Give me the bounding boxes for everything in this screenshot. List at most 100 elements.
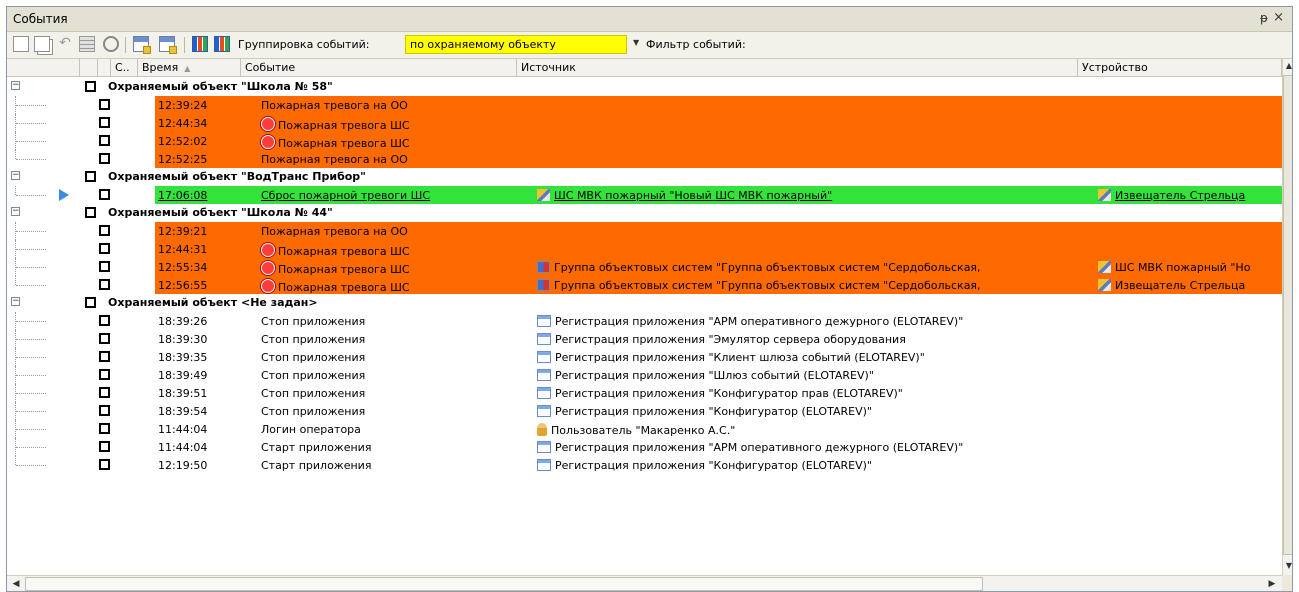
close-icon[interactable]: × — [1273, 10, 1284, 25]
group-row[interactable]: − Охраняемый объект <Не задан> — [7, 294, 1282, 312]
row-checkbox[interactable] — [99, 189, 110, 200]
chart-icon[interactable] — [192, 36, 208, 52]
tree-line — [16, 321, 46, 323]
event-row[interactable]: 12:52:02 Пожарная тревога ШС — [7, 132, 1282, 150]
row-event-label: Старт приложения — [261, 441, 372, 454]
fire-icon — [261, 117, 275, 131]
row-checkbox[interactable] — [99, 243, 110, 254]
panel-titlebar: События ᵽ × — [7, 7, 1292, 32]
event-row[interactable]: 18:39:49 Стоп приложения Регистрация прило… — [7, 366, 1282, 384]
scroll-left-icon[interactable]: ◀ — [9, 577, 23, 591]
new-document-icon[interactable] — [13, 36, 29, 52]
row-checkbox[interactable] — [99, 441, 110, 452]
back-arrow-icon[interactable]: ↶ — [57, 36, 73, 52]
row-checkbox[interactable] — [99, 117, 110, 128]
copy-document-icon[interactable] — [34, 36, 50, 52]
row-checkbox[interactable] — [99, 153, 110, 164]
row-source — [534, 222, 1095, 240]
app-icon — [537, 405, 551, 417]
collapse-icon[interactable]: − — [11, 297, 20, 306]
scroll-right-icon[interactable]: ▶ — [1265, 577, 1279, 591]
event-row[interactable]: 11:44:04 Старт приложения Регистрация прил… — [7, 438, 1282, 456]
row-checkbox[interactable] — [99, 225, 110, 236]
group-checkbox[interactable] — [85, 207, 96, 218]
chart-alt-icon[interactable] — [214, 36, 230, 52]
row-event-label: Сброс пожарной тревоги ШС — [261, 189, 431, 202]
row-device — [1095, 96, 1282, 114]
row-checkbox[interactable] — [99, 369, 110, 380]
row-checkbox[interactable] — [99, 135, 110, 146]
header-c[interactable]: С.. — [111, 59, 138, 77]
event-row[interactable]: 12:39:24 Пожарная тревога на ОО — [7, 96, 1282, 114]
event-row[interactable]: 12:19:50 Старт приложения Регистрация прил… — [7, 456, 1282, 474]
refresh-icon[interactable] — [103, 36, 119, 52]
collapse-icon[interactable]: − — [11, 171, 20, 180]
group-title: Охраняемый объект "Школа № 58" — [108, 80, 333, 93]
event-row[interactable]: 12:44:31 Пожарная тревога ШС — [7, 240, 1282, 258]
row-event: Пожарная тревога на ОО — [258, 96, 534, 114]
event-row[interactable]: 18:39:54 Стоп приложения Регистрация прило… — [7, 402, 1282, 420]
event-row[interactable]: 12:44:34 Пожарная тревога ШС — [7, 114, 1282, 132]
event-row[interactable]: 17:06:08 Сброс пожарной тревоги ШС ШС МВК … — [7, 186, 1282, 204]
tree-line — [15, 186, 17, 195]
row-source-label: Группа объектовых систем "Группа объекто… — [554, 261, 981, 274]
grid-icon[interactable] — [79, 36, 95, 52]
vertical-scroll-thumb[interactable] — [1283, 75, 1292, 555]
event-row[interactable]: 18:39:35 Стоп приложения Регистрация прило… — [7, 348, 1282, 366]
event-row[interactable]: 11:44:04 Логин оператора Пользователь "Мак… — [7, 420, 1282, 438]
app-icon — [537, 333, 551, 345]
collapse-icon[interactable]: − — [11, 81, 20, 90]
event-row[interactable]: 18:39:26 Стоп приложения Регистрация прило… — [7, 312, 1282, 330]
row-checkbox[interactable] — [99, 459, 110, 470]
event-row[interactable]: 18:39:30 Стоп приложения Регистрация прило… — [7, 330, 1282, 348]
grouping-select[interactable]: по охраняемому объекту — [405, 35, 627, 54]
group-row[interactable]: − Охраняемый объект "ВодТранс Прибор" — [7, 168, 1282, 186]
row-time: 12:39:21 — [155, 222, 258, 240]
group-checkbox[interactable] — [85, 297, 96, 308]
row-device — [1095, 240, 1282, 258]
horizontal-scroll-thumb[interactable] — [25, 577, 983, 591]
row-checkbox[interactable] — [99, 333, 110, 344]
group-checkbox[interactable] — [85, 81, 96, 92]
event-row[interactable]: 18:39:51 Стоп приложения Регистрация прило… — [7, 384, 1282, 402]
row-event-label: Стоп приложения — [261, 315, 366, 328]
chevron-down-icon[interactable]: ▼ — [633, 38, 639, 47]
header-time[interactable]: Время ▲ — [138, 59, 241, 77]
header-source[interactable]: Источник — [517, 59, 1078, 77]
row-time: 12:52:25 — [155, 150, 258, 168]
row-checkbox[interactable] — [99, 387, 110, 398]
event-row[interactable]: 12:56:55 Пожарная тревога ШС Группа объект… — [7, 276, 1282, 294]
row-source: Регистрация приложения "Конфигуратор пра… — [534, 384, 1095, 402]
events-grid: С.. Время ▲ Событие Источник Устройство −… — [7, 59, 1282, 575]
columns-settings-icon[interactable] — [133, 36, 151, 54]
row-checkbox[interactable] — [99, 315, 110, 326]
row-time: 11:44:04 — [158, 423, 208, 436]
row-event: Стоп приложения — [258, 348, 534, 366]
event-row[interactable]: 12:39:21 Пожарная тревога на ОО — [7, 222, 1282, 240]
row-checkbox[interactable] — [99, 99, 110, 110]
group-row[interactable]: − Охраняемый объект "Школа № 44" — [7, 204, 1282, 222]
horizontal-scrollbar[interactable]: ◀ ▶ — [7, 575, 1282, 591]
columns-edit-icon[interactable] — [159, 36, 177, 54]
row-checkbox[interactable] — [99, 423, 110, 434]
event-row[interactable]: 12:55:34 Пожарная тревога ШС Группа объект… — [7, 258, 1282, 276]
scroll-down-icon[interactable]: ▼ — [1283, 559, 1292, 573]
row-checkbox[interactable] — [99, 351, 110, 362]
row-time: 12:56:55 — [155, 276, 258, 294]
row-checkbox[interactable] — [99, 405, 110, 416]
scroll-up-icon[interactable]: ▲ — [1283, 59, 1292, 73]
header-device[interactable]: Устройство — [1078, 59, 1282, 77]
pin-icon[interactable]: ᵽ — [1260, 11, 1268, 25]
row-event-label: Пожарная тревога ШС — [278, 119, 410, 132]
vertical-scrollbar[interactable]: ▲ ▼ — [1282, 59, 1292, 575]
header-check[interactable] — [80, 59, 98, 77]
group-checkbox[interactable] — [85, 171, 96, 182]
row-checkbox[interactable] — [99, 261, 110, 272]
collapse-icon[interactable]: − — [11, 207, 20, 216]
row-checkbox[interactable] — [99, 279, 110, 290]
header-event[interactable]: Событие — [241, 59, 517, 77]
event-row[interactable]: 12:52:25 Пожарная тревога на ОО — [7, 150, 1282, 168]
group-row[interactable]: − Охраняемый объект "Школа № 58" — [7, 78, 1282, 96]
filter-label: Фильтр событий: — [646, 38, 746, 51]
tree-line — [15, 276, 17, 285]
